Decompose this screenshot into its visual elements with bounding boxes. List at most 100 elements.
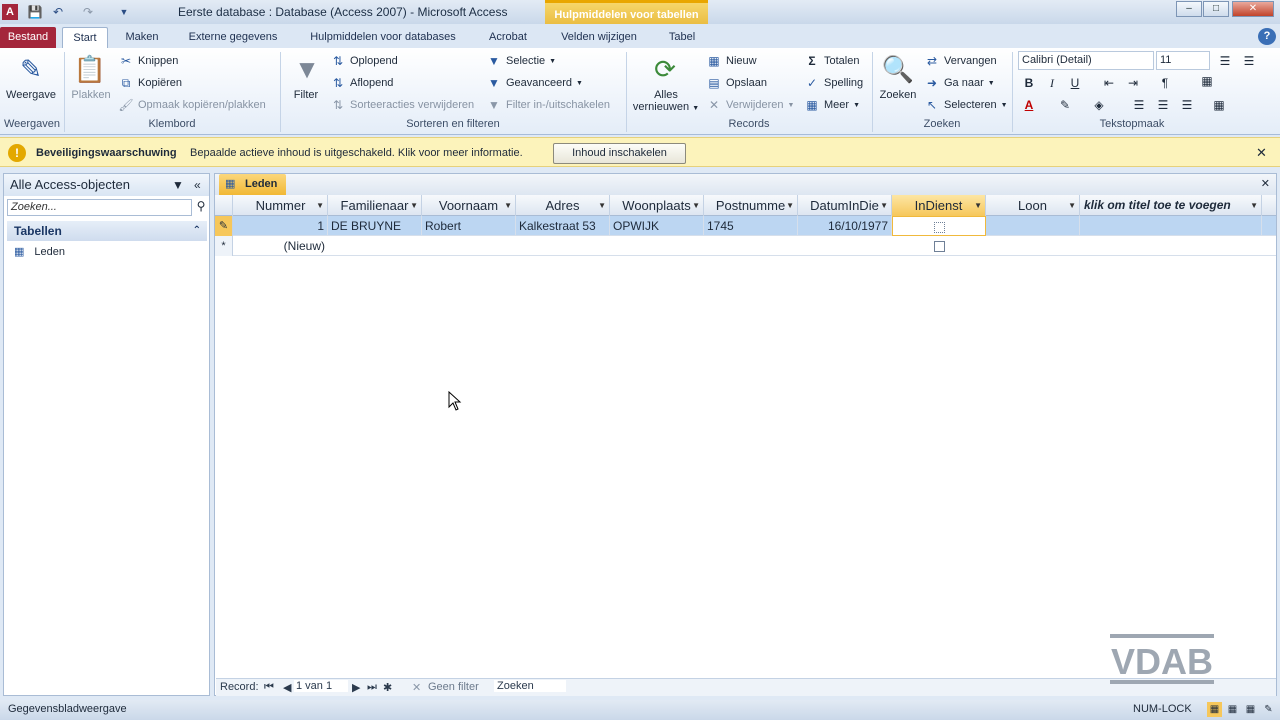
minimize-button[interactable]: – (1176, 1, 1202, 17)
nav-search-input[interactable]: Zoeken... (7, 199, 192, 216)
selection-button[interactable]: ▼ Selectie ▼ (486, 53, 556, 69)
cell-adres[interactable]: Kalkestraat 53 (516, 216, 610, 236)
pivottable-view-icon[interactable]: ▦ (1225, 702, 1240, 717)
column-header-postnumme[interactable]: Postnumme ▼ (704, 195, 798, 216)
advanced-button[interactable]: ▼ Geavanceerd ▼ (486, 75, 583, 91)
indienst-checkbox[interactable] (933, 222, 945, 234)
column-header-add-field[interactable]: klik om titel toe te voegen ▼ (1080, 195, 1262, 216)
binoculars-icon[interactable]: 🔍 (881, 52, 915, 86)
previous-record-icon[interactable]: ◀ (283, 681, 291, 694)
remove-sort-button[interactable]: ⇅ Sorteeracties verwijderen (330, 97, 474, 113)
row-editing-icon[interactable]: ✎ (215, 216, 233, 236)
refresh-all-button[interactable]: Alles vernieuwen ▼ (628, 89, 704, 115)
select-button[interactable]: ↖ Selecteren ▼ (924, 97, 1008, 113)
security-warning-text[interactable]: Bepaalde actieve inhoud is uitgeschakeld… (190, 147, 523, 159)
paste-icon[interactable]: 📋 (73, 52, 107, 86)
view-button[interactable]: Weergave (2, 89, 60, 101)
tab-tabel[interactable]: Tabel (658, 27, 706, 48)
new-row-indienst[interactable] (892, 236, 986, 256)
nav-item-leden[interactable]: ▦ Leden (14, 243, 65, 261)
datasheet-view-icon[interactable]: ▦ (1207, 702, 1222, 717)
enable-content-button[interactable]: Inhoud inschakelen (553, 143, 686, 164)
tab-leden[interactable]: ▦ Leden (219, 174, 286, 195)
new-record-button[interactable]: ▦ Nieuw (706, 53, 756, 69)
cell-add-field[interactable] (1080, 216, 1262, 236)
bullets-icon[interactable]: ☰ (1216, 52, 1234, 70)
font-color-icon[interactable]: A (1020, 96, 1038, 114)
filter-status[interactable]: Geen filter (428, 681, 479, 693)
italic-button[interactable]: I (1043, 74, 1061, 92)
delete-record-button[interactable]: ✕ Verwijderen ▼ (706, 97, 794, 113)
new-row-checkbox[interactable] (933, 241, 945, 253)
design-view-icon[interactable]: ✎ (1261, 702, 1276, 717)
column-header-woonplaats[interactable]: Woonplaats ▼ (610, 195, 704, 216)
column-header-loon[interactable]: Loon ▼ (986, 195, 1080, 216)
bold-button[interactable]: B (1020, 74, 1038, 92)
column-header-adres[interactable]: Adres ▼ (516, 195, 610, 216)
undo-icon[interactable]: ↶ (50, 4, 66, 20)
sort-ascending-button[interactable]: ⇅ Oplopend (330, 53, 398, 69)
align-left-icon[interactable]: ☰ (1130, 96, 1148, 114)
nav-menu-icon[interactable]: ▼ (172, 174, 184, 196)
table-row[interactable]: ✎ 1 DE BRUYNE Robert Kalkestraat 53 OPWI… (215, 216, 1276, 236)
align-center-icon[interactable]: ☰ (1154, 96, 1172, 114)
view-icon[interactable]: ✎ (14, 52, 48, 86)
cut-button[interactable]: ✂ Knippen (118, 53, 178, 69)
column-header-datumindie[interactable]: DatumInDie ▼ (798, 195, 892, 216)
numbering-icon[interactable]: ☰ (1240, 52, 1258, 70)
font-size-combo[interactable]: 11 (1156, 51, 1210, 70)
record-search-input[interactable]: Zoeken (494, 680, 566, 692)
sort-descending-button[interactable]: ⇅ Aflopend (330, 75, 393, 91)
cell-postnumme[interactable]: 1745 (704, 216, 798, 236)
close-button[interactable]: ✕ (1232, 1, 1274, 17)
new-record-nav-icon[interactable]: ✱ (383, 681, 392, 694)
next-record-icon[interactable]: ▶ (352, 681, 360, 694)
last-record-icon[interactable]: ⏭ (367, 681, 377, 694)
tab-file[interactable]: Bestand (0, 27, 56, 48)
paste-button[interactable]: Plakken (66, 89, 116, 101)
table-grid-icon[interactable]: ▦ (1210, 96, 1228, 114)
cell-voornaam[interactable]: Robert (422, 216, 516, 236)
row-selector-header[interactable] (215, 195, 233, 216)
totals-button[interactable]: Σ Totalen (804, 53, 859, 69)
find-button[interactable]: Zoeken (874, 89, 922, 101)
customize-qat-icon[interactable]: ▼ (116, 4, 132, 20)
tab-start[interactable]: Start (62, 27, 108, 48)
replace-button[interactable]: ⇄ Vervangen (924, 53, 997, 69)
indent-decrease-icon[interactable]: ⇤ (1100, 74, 1118, 92)
tab-hulpmiddelen-databases[interactable]: Hulpmiddelen voor databases (297, 27, 469, 48)
close-document-icon[interactable]: ✕ (1261, 177, 1270, 190)
highlight-icon[interactable]: ✎ (1056, 96, 1074, 114)
copy-button[interactable]: ⧉ Kopiëren (118, 75, 182, 91)
filter-button[interactable]: Filter (284, 89, 328, 101)
save-icon[interactable]: 💾 (27, 4, 43, 20)
record-position-input[interactable]: 1 van 1 (294, 680, 348, 692)
column-header-indienst[interactable]: InDienst ▼ (892, 195, 986, 216)
indent-increase-icon[interactable]: ⇥ (1124, 74, 1142, 92)
maximize-button[interactable]: □ (1203, 1, 1229, 17)
help-icon[interactable]: ? (1258, 28, 1276, 45)
align-right-icon[interactable]: ☰ (1178, 96, 1196, 114)
close-message-bar-icon[interactable]: ✕ (1256, 145, 1267, 161)
tab-velden-wijzigen[interactable]: Velden wijzigen (548, 27, 650, 48)
filter-icon[interactable]: ▼ (290, 52, 324, 86)
column-header-nummer[interactable]: Nummer ▼ (234, 195, 328, 216)
fill-color-icon[interactable]: ◈ (1090, 96, 1108, 114)
search-icon[interactable]: ⚲ (193, 199, 209, 216)
cell-datumindie[interactable]: 16/10/1977 (798, 216, 892, 236)
tab-acrobat[interactable]: Acrobat (480, 27, 536, 48)
more-button[interactable]: ▦ Meer ▼ (804, 97, 860, 113)
redo-icon[interactable]: ↷ (80, 4, 96, 20)
nav-pane-header[interactable]: Alle Access-objecten ▼ « (4, 174, 209, 196)
cell-nummer[interactable]: 1 (234, 216, 328, 236)
collapse-section-icon[interactable]: ⌃ (193, 221, 201, 241)
tab-maken[interactable]: Maken (116, 27, 168, 48)
format-painter-button[interactable]: 🖌 Opmaak kopiëren/plakken (118, 97, 265, 113)
cell-loon[interactable] (986, 216, 1080, 236)
cell-woonplaats[interactable]: OPWIJK (610, 216, 704, 236)
column-header-voornaam[interactable]: Voornaam ▼ (422, 195, 516, 216)
font-combo[interactable]: Calibri (Detail) (1018, 51, 1154, 70)
first-record-icon[interactable]: ⏮ (264, 681, 274, 694)
tab-externe-gegevens[interactable]: Externe gegevens (180, 27, 286, 48)
nav-section-tabellen[interactable]: Tabellen ⌃ (7, 221, 207, 241)
